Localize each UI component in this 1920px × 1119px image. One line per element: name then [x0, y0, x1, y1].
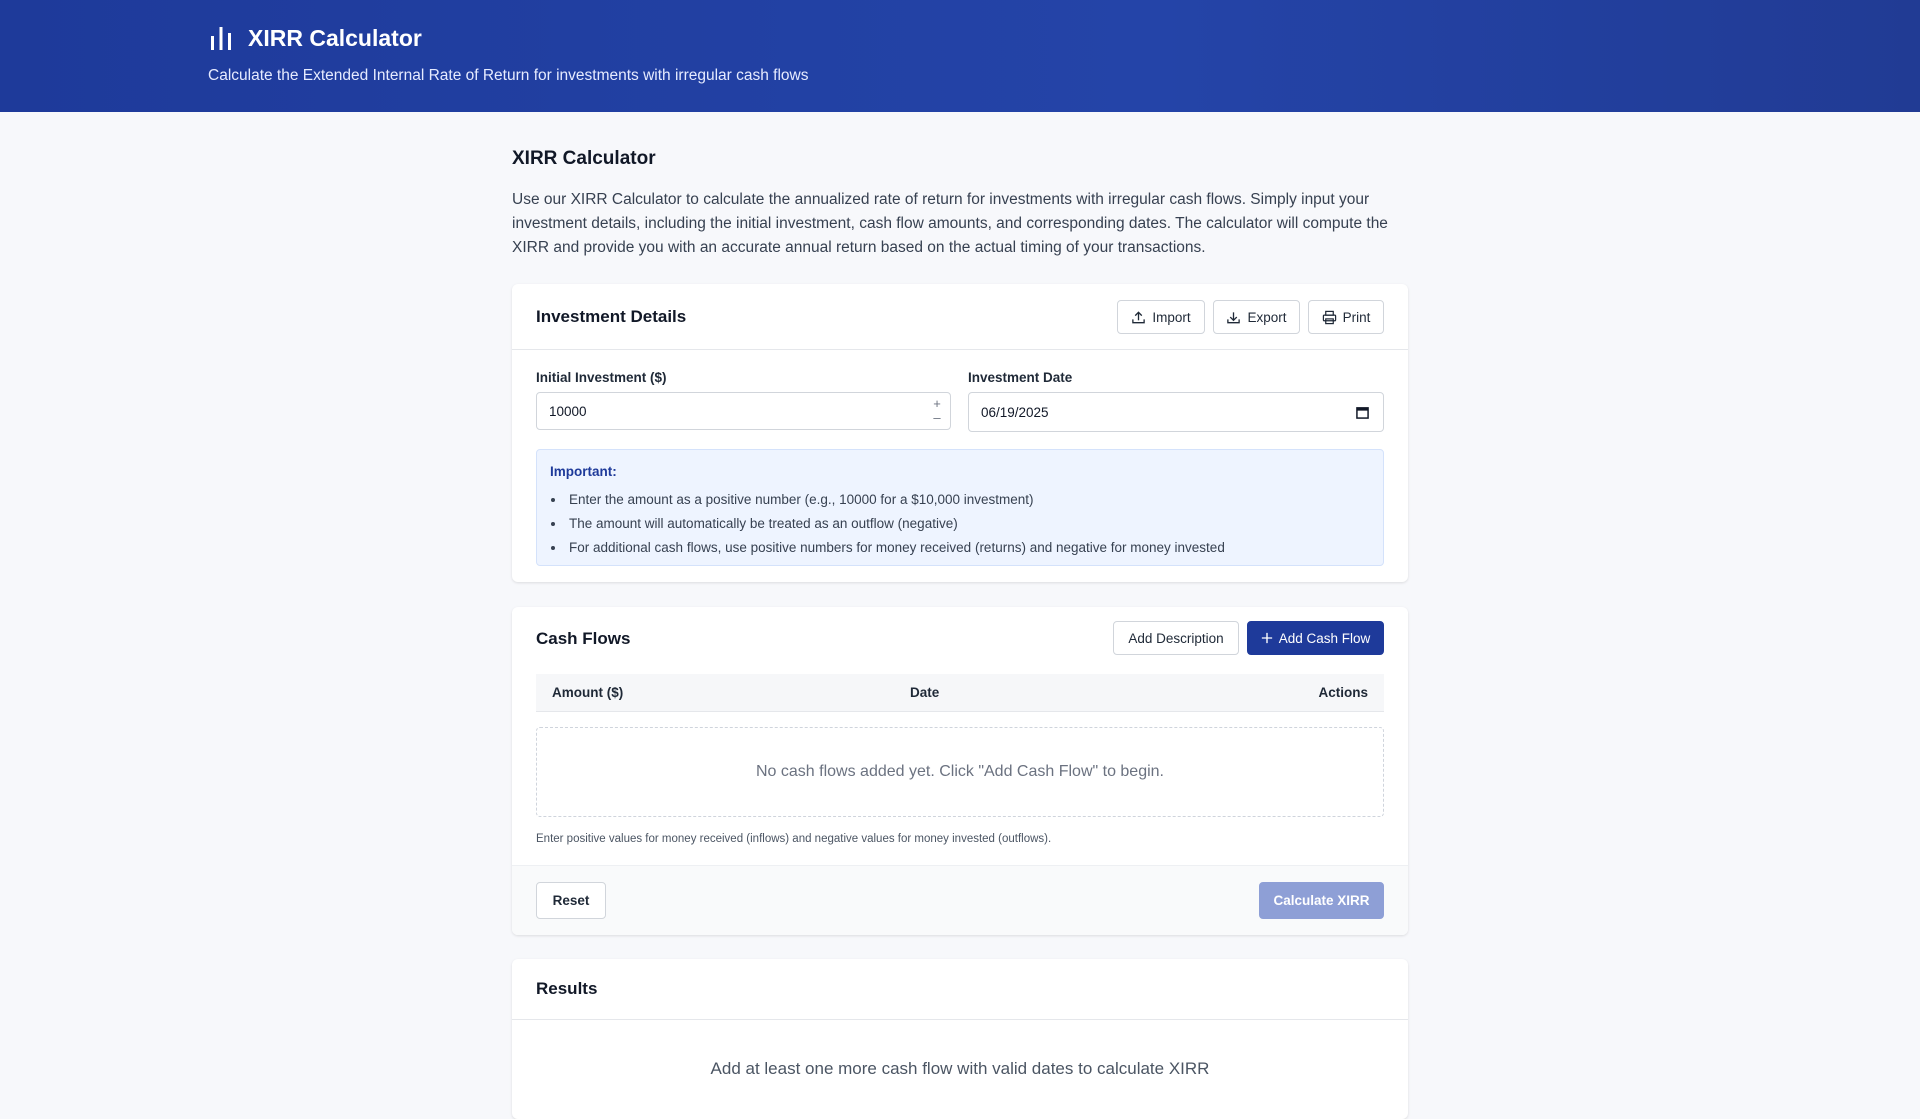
- column-amount: Amount ($): [552, 685, 624, 700]
- print-label: Print: [1342, 309, 1371, 325]
- initial-investment-label: Initial Investment ($): [536, 370, 667, 385]
- results-card: Results Add at least one more cash flow …: [512, 959, 1408, 1119]
- calculate-xirr-button[interactable]: Calculate XIRR: [1259, 882, 1384, 919]
- list-item: For additional cash flows, use positive …: [551, 536, 1225, 560]
- investment-details-card: Investment Details Import Export Print I…: [512, 284, 1408, 582]
- column-actions: Actions: [1318, 685, 1368, 700]
- results-title: Results: [536, 979, 598, 998]
- add-description-button[interactable]: Add Description: [1113, 621, 1239, 655]
- investment-details-title: Investment Details: [536, 307, 687, 326]
- investment-date-input[interactable]: 06/19/2025: [968, 392, 1384, 432]
- plus-icon: [1261, 632, 1272, 644]
- reset-label: Reset: [552, 893, 590, 908]
- print-button[interactable]: Print: [1308, 300, 1384, 334]
- bar-chart-icon: [211, 27, 231, 50]
- import-label: Import: [1152, 309, 1191, 325]
- investment-date-label: Investment Date: [968, 370, 1073, 385]
- initial-investment-input[interactable]: 10000 + –: [536, 392, 951, 430]
- upload-icon: [1132, 310, 1146, 323]
- investment-date-value: 06/19/2025: [981, 404, 1049, 420]
- cash-flows-card: Cash Flows Add Description Add Cash Flow…: [512, 607, 1408, 935]
- list-item: The amount will automatically be treated…: [551, 512, 1225, 536]
- cash-flows-footer: Reset Calculate XIRR: [512, 865, 1408, 935]
- page-title: XIRR Calculator: [512, 148, 656, 169]
- important-note-title: Important:: [550, 464, 617, 479]
- add-cash-flow-button[interactable]: Add Cash Flow: [1247, 621, 1384, 655]
- app-title: XIRR Calculator: [248, 24, 422, 51]
- export-button[interactable]: Export: [1213, 300, 1300, 334]
- add-description-label: Add Description: [1128, 630, 1224, 646]
- cash-flows-title: Cash Flows: [536, 629, 631, 648]
- import-button[interactable]: Import: [1117, 300, 1205, 334]
- cash-flows-hint: Enter positive values for money received…: [536, 833, 1052, 845]
- column-date: Date: [910, 685, 940, 700]
- number-stepper[interactable]: + –: [930, 397, 944, 425]
- results-header: Results: [512, 959, 1408, 1020]
- export-label: Export: [1247, 309, 1287, 325]
- app-header: XIRR Calculator Calculate the Extended I…: [0, 0, 1920, 112]
- cash-flows-header: Cash Flows Add Description Add Cash Flow: [512, 607, 1408, 673]
- important-note: Important: Enter the amount as a positiv…: [536, 449, 1384, 566]
- calculate-xirr-label: Calculate XIRR: [1273, 893, 1370, 908]
- list-item: Enter the amount as a positive number (e…: [551, 488, 1225, 512]
- reset-button[interactable]: Reset: [536, 882, 606, 919]
- investment-details-header: Investment Details Import Export Print: [512, 284, 1408, 350]
- printer-icon: [1322, 310, 1336, 324]
- results-message: Add at least one more cash flow with val…: [710, 1059, 1210, 1078]
- cash-flows-table-header: Amount ($) Date Actions: [536, 674, 1384, 712]
- brand: XIRR Calculator: [208, 24, 422, 52]
- page-intro: Use our XIRR Calculator to calculate the…: [512, 191, 1388, 256]
- calendar-icon[interactable]: [1356, 406, 1369, 419]
- app-subtitle: Calculate the Extended Internal Rate of …: [208, 67, 809, 84]
- important-note-list: Enter the amount as a positive number (e…: [551, 488, 1225, 560]
- cash-flows-empty-state: No cash flows added yet. Click "Add Cash…: [536, 727, 1384, 817]
- initial-investment-value: 10000: [549, 403, 587, 419]
- download-icon: [1227, 311, 1241, 323]
- add-cash-flow-label: Add Cash Flow: [1278, 630, 1371, 646]
